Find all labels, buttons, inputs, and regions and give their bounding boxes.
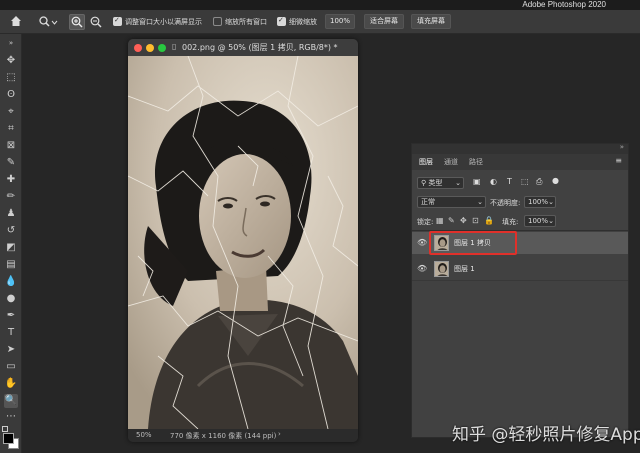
home-icon[interactable] [9, 14, 23, 28]
lasso-tool-icon[interactable]: ʘ [4, 88, 18, 102]
path-selection-tool-icon[interactable]: ➤ [4, 343, 18, 357]
fill-value: 100% [528, 217, 549, 225]
resize-windows-checkbox[interactable] [113, 16, 122, 26]
highlight-box [429, 231, 517, 255]
visibility-eye-icon[interactable]: 👁 [417, 238, 427, 247]
fill-label: 填充: [502, 218, 519, 226]
tools-panel: » ✥ ⬚ ʘ ⌖ ⌗ ⊠ ✎ ✚ ✏ ♟ ↺ ◩ ▤ 💧 ● ✒ T ➤ ▭ … [0, 34, 22, 453]
document-status-bar: 50% 770 像素 x 1160 像素 (144 ppi) › [128, 429, 358, 442]
status-menu-arrow-icon[interactable]: › [278, 430, 281, 438]
zoom-tool-icon[interactable]: 🔍 [4, 394, 18, 408]
filter-toggle-icon[interactable]: ● [552, 176, 559, 185]
pixel-filter-icon[interactable]: ▣ [473, 177, 481, 186]
collapse-panel-icon[interactable]: » [620, 143, 624, 151]
zoom-out-icon[interactable] [89, 15, 103, 29]
fill-input[interactable]: 100% ⌄ [524, 215, 556, 227]
healing-brush-tool-icon[interactable]: ✚ [4, 173, 18, 187]
photo-canvas[interactable] [128, 56, 358, 429]
default-colors-icon[interactable] [2, 426, 8, 432]
clone-stamp-tool-icon[interactable]: ♟ [4, 207, 18, 221]
lock-label: 锁定: [417, 218, 434, 226]
layers-panel: » 图层 通道 路径 ≡ ⚲ 类型 ⌄ ▣ ◐ T ⬚ ⎙ ● 正常 ⌄ 不透明度… [411, 143, 629, 438]
layer-row-selected[interactable]: 👁 图层 1 拷贝 [412, 231, 628, 255]
brush-tool-icon[interactable]: ✏ [4, 190, 18, 204]
layer-name: 图层 1 [454, 265, 475, 273]
scrubby-zoom-label: 细微缩放 [289, 18, 317, 26]
damaged-portrait-photo [128, 56, 358, 429]
rectangle-tool-icon[interactable]: ▭ [4, 360, 18, 374]
shape-filter-icon[interactable]: ⬚ [521, 177, 529, 186]
zoom-in-icon[interactable] [69, 14, 85, 30]
eraser-tool-icon[interactable]: ◩ [4, 241, 18, 255]
opacity-value: 100% [528, 198, 549, 206]
minimize-window-button[interactable] [146, 44, 154, 52]
zoom-tool-preset-icon[interactable] [38, 15, 58, 29]
smart-object-filter-icon[interactable]: ⎙ [536, 177, 542, 187]
type-tool-icon[interactable]: T [4, 326, 18, 340]
watermark-text: 知乎 @轻秒照片修复App [452, 425, 640, 445]
lock-all-icon[interactable]: 🔒 [484, 216, 494, 225]
chevron-down-icon: ⌄ [477, 198, 483, 206]
gradient-tool-icon[interactable]: ▤ [4, 258, 18, 272]
opacity-label: 不透明度: [490, 199, 521, 207]
panel-header: » [412, 143, 628, 154]
close-window-button[interactable] [134, 44, 142, 52]
menu-bar: Adobe Photoshop 2020 [0, 0, 640, 10]
type-filter-icon[interactable]: T [507, 177, 512, 186]
document-title: 002.png @ 50% (图层 1 拷贝, RGB/8*) * [182, 43, 338, 52]
maximize-window-button[interactable] [158, 44, 166, 52]
app-title: Adobe Photoshop 2020 [522, 0, 606, 9]
crop-tool-icon[interactable]: ⌗ [4, 122, 18, 136]
tab-channels[interactable]: 通道 [444, 157, 458, 167]
frame-tool-icon[interactable]: ⊠ [4, 139, 18, 153]
blend-mode-select[interactable]: 正常 ⌄ [417, 196, 486, 208]
marquee-tool-icon[interactable]: ⬚ [4, 71, 18, 85]
adjustment-filter-icon[interactable]: ◐ [490, 177, 497, 186]
status-document-size: 770 像素 x 1160 像素 (144 ppi) [170, 432, 277, 440]
filter-kind-select[interactable]: ⚲ 类型 ⌄ [417, 177, 464, 189]
opacity-input[interactable]: 100% ⌄ [524, 196, 556, 208]
quick-selection-tool-icon[interactable]: ⌖ [4, 105, 18, 119]
filter-search-icon: ⚲ [421, 179, 427, 187]
fill-screen-button[interactable]: 填充屏幕 [411, 14, 451, 29]
fit-screen-button[interactable]: 适合屏幕 [364, 14, 404, 29]
hand-tool-icon[interactable]: ✋ [4, 377, 18, 391]
panel-menu-icon[interactable]: ≡ [615, 156, 622, 165]
dodge-tool-icon[interactable]: ● [4, 292, 18, 306]
document-file-icon: ▯ [172, 42, 177, 51]
zoom-100-button[interactable]: 100% [325, 14, 355, 29]
collapse-toolbar-icon[interactable]: » [4, 36, 18, 50]
chevron-down-icon: ⌄ [455, 179, 461, 187]
foreground-color-swatch[interactable] [3, 433, 14, 444]
layer-thumbnail [434, 261, 449, 277]
options-bar: 调整窗口大小以满屏显示 缩放所有窗口 细微缩放 100% 适合屏幕 填充屏幕 [0, 10, 640, 34]
eyedropper-tool-icon[interactable]: ✎ [4, 156, 18, 170]
document-window: ▯ 002.png @ 50% (图层 1 拷贝, RGB/8*) * 50% … [128, 39, 358, 442]
resize-windows-label: 调整窗口大小以满屏显示 [125, 18, 202, 26]
zoom-all-windows-checkbox[interactable] [213, 17, 222, 26]
history-brush-tool-icon[interactable]: ↺ [4, 224, 18, 238]
lock-position-icon[interactable]: ✥ [460, 216, 467, 225]
scrubby-zoom-checkbox[interactable] [277, 16, 286, 26]
blend-mode-value: 正常 [421, 198, 435, 206]
pen-tool-icon[interactable]: ✒ [4, 309, 18, 323]
filter-kind-value: 类型 [428, 179, 443, 187]
divider [412, 280, 628, 281]
blur-tool-icon[interactable]: 💧 [4, 275, 18, 289]
tab-paths[interactable]: 路径 [469, 157, 483, 167]
zoom-all-windows-label: 缩放所有窗口 [225, 18, 267, 26]
lock-transparent-icon[interactable]: ▦ [436, 216, 444, 225]
chevron-down-icon: ⌄ [548, 217, 554, 225]
lock-artboard-icon[interactable]: ⊡ [472, 216, 479, 225]
tab-layers[interactable]: 图层 [419, 157, 433, 167]
chevron-down-icon: ⌄ [548, 198, 554, 206]
status-zoom: 50% [136, 431, 152, 439]
document-titlebar: ▯ 002.png @ 50% (图层 1 拷贝, RGB/8*) * [128, 39, 358, 56]
layer-row[interactable]: 👁 图层 1 [412, 258, 628, 280]
move-tool-icon[interactable]: ✥ [4, 54, 18, 68]
visibility-eye-icon[interactable]: 👁 [417, 264, 427, 273]
more-tools-icon[interactable]: ⋯ [4, 410, 18, 424]
panel-tabs: 图层 通道 路径 ≡ [412, 154, 628, 170]
lock-image-icon[interactable]: ✎ [448, 216, 455, 225]
